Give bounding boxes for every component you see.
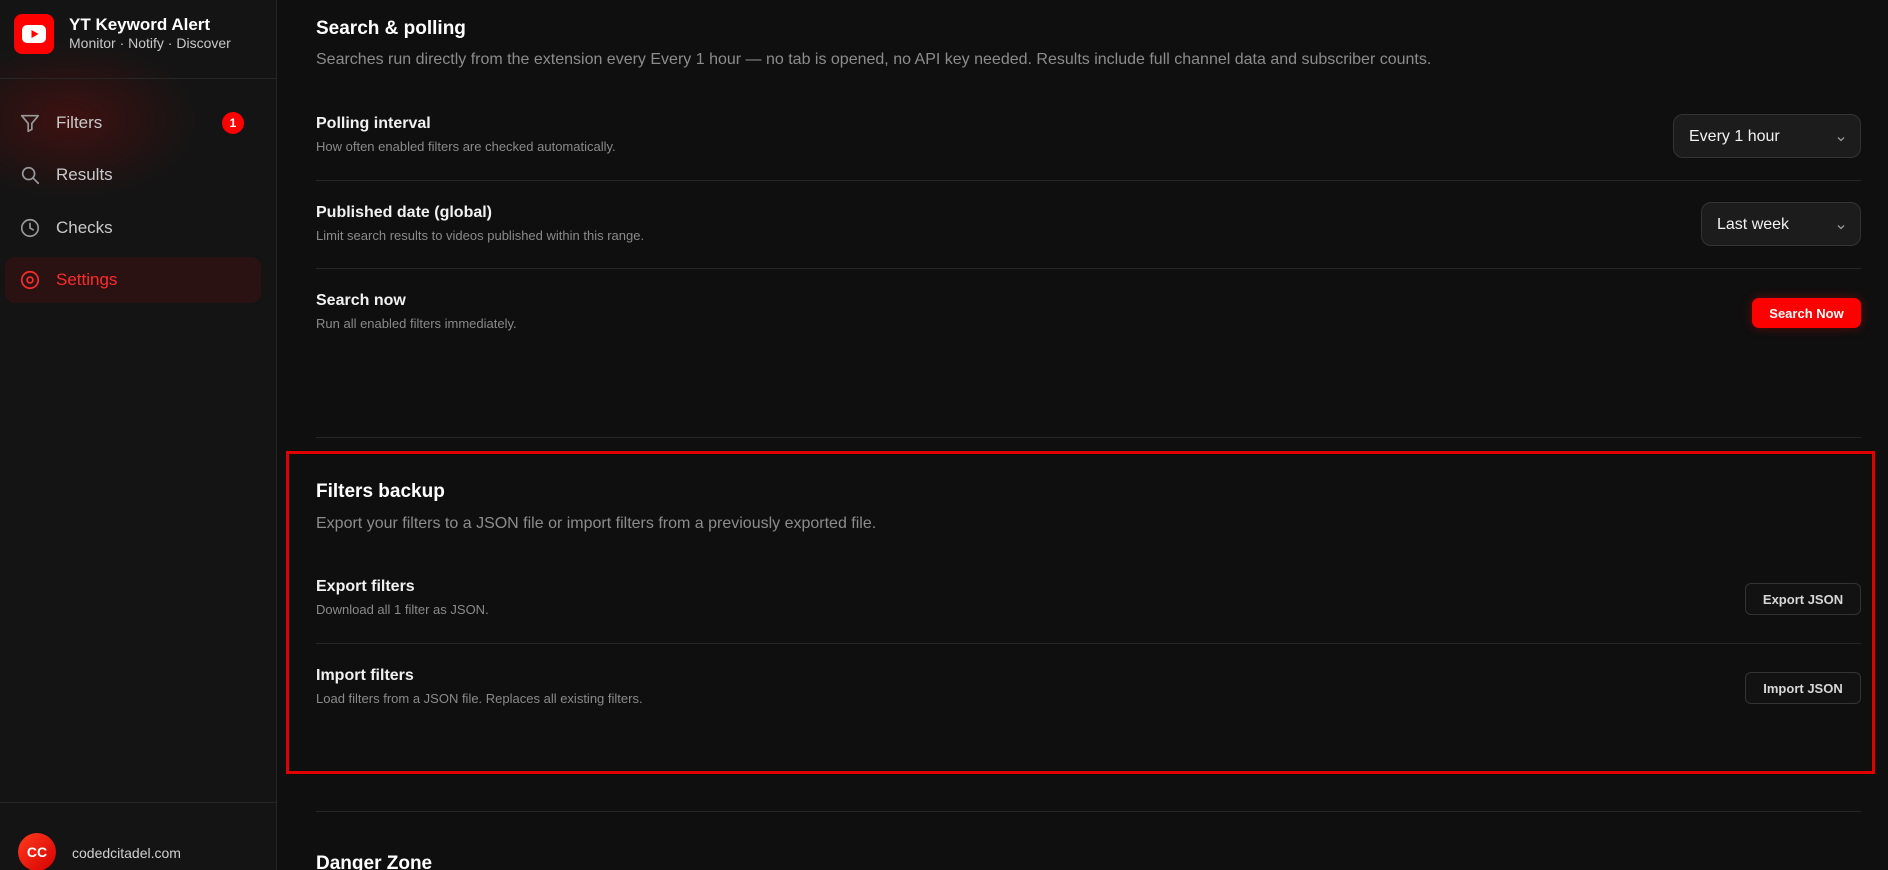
sidebar-item-label: Filters (56, 113, 103, 132)
chevron-down-icon (1836, 131, 1846, 142)
export-json-button[interactable]: Export JSON (1745, 583, 1861, 615)
polling-interval-row: Polling interval How often enabled filte… (316, 115, 1861, 175)
section-description-filters-backup: Export your filters to a JSON file or im… (316, 515, 877, 532)
export-filters-row: Export filters Download all 1 filter as … (316, 578, 1861, 638)
published-date-description: Limit search results to videos published… (316, 228, 645, 243)
divider (316, 180, 1861, 181)
sidebar-item-label: Settings (56, 270, 118, 289)
polling-interval-select[interactable]: Every 1 hour (1673, 114, 1861, 158)
sidebar: YT Keyword Alert Monitor · Notify · Disc… (0, 0, 277, 870)
export-filters-description: Download all 1 filter as JSON. (316, 602, 489, 617)
sidebar-item-label: Checks (56, 218, 113, 237)
import-filters-title: Import filters (316, 667, 414, 684)
polling-interval-value: Every 1 hour (1689, 128, 1780, 145)
sidebar-item-filters[interactable]: Filters 1 (5, 100, 261, 146)
published-date-value: Last week (1717, 216, 1790, 233)
sidebar-item-label: Results (56, 165, 113, 184)
import-filters-row: Import filters Load filters from a JSON … (316, 667, 1861, 727)
brand-header: YT Keyword Alert Monitor · Notify · Disc… (0, 0, 276, 79)
app-title: YT Keyword Alert (69, 15, 211, 34)
import-json-button[interactable]: Import JSON (1745, 672, 1861, 704)
youtube-play-icon (14, 14, 54, 54)
filter-icon (19, 112, 41, 134)
import-filters-description: Load filters from a JSON file. Replaces … (316, 691, 643, 706)
published-date-select[interactable]: Last week (1701, 202, 1861, 246)
section-description-search-polling: Searches run directly from the extension… (316, 51, 1432, 68)
sidebar-item-checks[interactable]: Checks (5, 205, 261, 251)
avatar[interactable]: CC (18, 833, 56, 870)
section-title-filters-backup: Filters backup (316, 481, 445, 502)
app-subtitle: Monitor · Notify · Discover (69, 35, 231, 51)
section-title-danger-zone: Danger Zone (316, 853, 433, 870)
search-now-title: Search now (316, 292, 406, 309)
sidebar-item-results[interactable]: Results (5, 152, 261, 198)
chevron-down-icon (1836, 219, 1846, 230)
polling-interval-description: How often enabled filters are checked au… (316, 139, 616, 154)
search-now-row: Search now Run all enabled filters immed… (316, 292, 1861, 352)
settings-main: Search & polling Searches run directly f… (278, 0, 1888, 870)
search-now-description: Run all enabled filters immediately. (316, 316, 517, 331)
user-name: codedcitadel.com (72, 845, 181, 861)
published-date-title: Published date (global) (316, 204, 493, 221)
sidebar-item-settings[interactable]: Settings (5, 257, 261, 303)
section-divider (316, 437, 1861, 438)
clock-icon (19, 217, 41, 239)
section-title-search-polling: Search & polling (316, 18, 466, 39)
search-icon (19, 164, 41, 186)
divider (316, 643, 1861, 644)
search-now-button[interactable]: Search Now (1752, 298, 1861, 328)
gear-icon (19, 269, 41, 291)
published-date-row: Published date (global) Limit search res… (316, 204, 1861, 264)
export-filters-title: Export filters (316, 578, 415, 595)
section-divider (316, 811, 1861, 812)
filters-count-badge: 1 (222, 112, 244, 134)
divider (316, 268, 1861, 269)
sidebar-footer: CC codedcitadel.com (0, 802, 276, 870)
polling-interval-title: Polling interval (316, 115, 431, 132)
